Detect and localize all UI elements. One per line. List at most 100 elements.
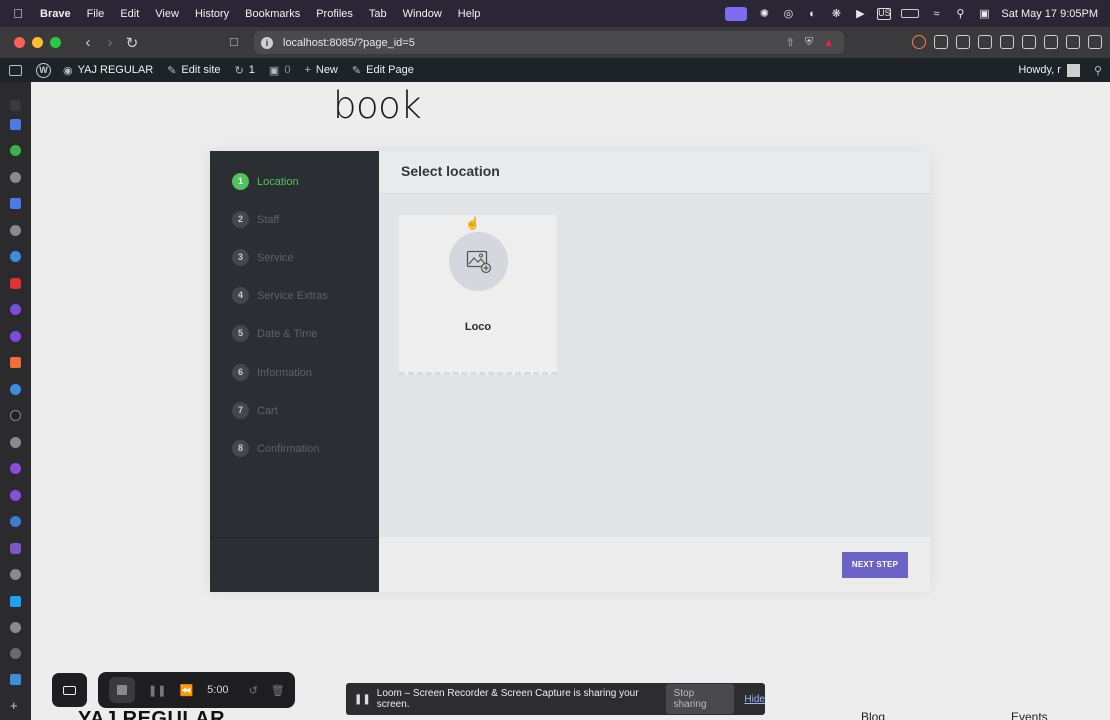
forward-icon[interactable]: › — [99, 34, 121, 51]
footer-site-title[interactable]: YAJ REGULAR — [78, 708, 225, 720]
globe-icon-2[interactable] — [10, 225, 21, 236]
loom-camera-button[interactable] — [52, 673, 87, 707]
android-icon[interactable] — [10, 145, 21, 156]
admin-updates[interactable]: ↻ 1 — [235, 64, 255, 77]
screen-record-icon[interactable] — [725, 6, 748, 21]
battery-icon[interactable] — [901, 9, 920, 18]
back-icon[interactable]: ‹ — [77, 34, 99, 51]
step-service[interactable]: 3 Service — [232, 249, 294, 266]
step-cart[interactable]: 7 Cart — [232, 402, 278, 419]
menu-view[interactable]: View — [147, 8, 187, 20]
footer-link-events[interactable]: Events — [1011, 710, 1048, 720]
apple-icon[interactable]:  — [0, 6, 36, 21]
step-service-extras[interactable]: 4 Service Extras — [232, 287, 328, 304]
globe-icon[interactable] — [10, 172, 21, 183]
location-card[interactable]: Loco — [399, 215, 557, 375]
leo-ai-icon[interactable] — [978, 35, 992, 49]
extensions-puzzle-icon[interactable] — [934, 35, 948, 49]
add-panel-icon[interactable]: + — [10, 699, 21, 712]
search-icon[interactable]: ⚲ — [1094, 64, 1102, 77]
menu-file[interactable]: File — [79, 8, 113, 20]
admin-edit-site[interactable]: ✎ Edit site — [167, 64, 220, 77]
step-information[interactable]: 6 Information — [232, 364, 312, 381]
admin-comments[interactable]: ▣ 0 — [269, 64, 291, 77]
site-info-icon[interactable]: i — [261, 36, 273, 49]
mail-icon[interactable] — [10, 674, 21, 685]
close-window-icon[interactable] — [14, 37, 25, 48]
step-date-time[interactable]: 5 Date & Time — [232, 325, 318, 342]
reload-icon[interactable]: ↻ — [121, 34, 143, 52]
bolt-icon[interactable] — [10, 251, 21, 262]
step-location[interactable]: 1 Location — [232, 173, 299, 190]
menubar-clock[interactable]: Sat May 17 9:05PM — [1001, 8, 1098, 20]
address-bar[interactable]: i localhost:8085/?page_id=5 ⇧ ⛨ ▲ — [254, 31, 844, 54]
hide-share-bar-link[interactable]: Hide — [744, 694, 765, 705]
download-icon[interactable] — [956, 35, 970, 49]
g-violet-icon-2[interactable] — [10, 490, 21, 501]
wordpress-logo-icon[interactable]: W — [36, 62, 51, 78]
restart-icon[interactable]: ↺ — [249, 684, 258, 697]
admin-site-name[interactable]: ◉ YAJ REGULAR — [63, 64, 153, 77]
figma-icon[interactable] — [10, 357, 21, 368]
rewind-icon[interactable]: ⏪ — [179, 684, 193, 697]
g-purple-icon[interactable] — [10, 304, 21, 315]
menu-tab[interactable]: Tab — [361, 8, 395, 20]
menu-bookmarks[interactable]: Bookmarks — [237, 8, 308, 20]
c-icon[interactable] — [10, 410, 21, 421]
brave-rewards-icon[interactable]: ▲ — [823, 37, 834, 49]
wallet-icon[interactable] — [1022, 35, 1036, 49]
stop-sharing-button[interactable]: Stop sharing — [665, 684, 735, 714]
spotlight-search-icon[interactable]: ⚲ — [953, 8, 967, 20]
globe-icon-5[interactable] — [10, 622, 21, 633]
step-confirmation[interactable]: 8 Confirmation — [232, 440, 319, 457]
brave-shields-icon[interactable]: ⛨ — [805, 36, 813, 49]
sidebar-toggle-icon[interactable] — [1000, 35, 1014, 49]
step-staff[interactable]: 2 Staff — [232, 211, 279, 228]
globe-icon-4[interactable] — [10, 569, 21, 580]
address-url[interactable]: localhost:8085/?page_id=5 — [283, 37, 415, 49]
youtube-icon[interactable] — [10, 278, 21, 289]
next-step-button[interactable]: NEXT STEP — [842, 552, 908, 578]
globe-icon-3[interactable] — [10, 437, 21, 448]
trash-icon[interactable]: 🗑 — [271, 684, 285, 697]
menu-app-name[interactable]: Brave — [36, 8, 79, 20]
menu-help[interactable]: Help — [450, 8, 489, 20]
control-center-icon[interactable]: ▣ — [977, 8, 991, 20]
zoom-window-icon[interactable] — [50, 37, 61, 48]
admin-edit-page[interactable]: ✎ Edit Page — [352, 64, 414, 77]
extension-bug-icon[interactable]: ❋ — [829, 8, 843, 20]
share-pause-icon[interactable]: ❚❚ — [354, 694, 371, 705]
globe-icon-6[interactable] — [10, 648, 21, 659]
vpn-icon[interactable] — [1066, 35, 1080, 49]
minimize-window-icon[interactable] — [32, 37, 43, 48]
input-source-indicator[interactable]: US — [877, 7, 892, 20]
docs-icon[interactable] — [10, 119, 21, 130]
chrome-icon[interactable]: ◎ — [781, 8, 795, 20]
brave-extension-icon[interactable] — [912, 35, 926, 49]
loom-stop-button[interactable] — [109, 677, 135, 703]
menu-profiles[interactable]: Profiles — [308, 8, 361, 20]
menu-edit[interactable]: Edit — [112, 8, 147, 20]
pen-tool-icon[interactable] — [10, 384, 21, 395]
wordpress-icon[interactable] — [10, 516, 21, 527]
docs-icon-2[interactable] — [10, 198, 21, 209]
menu-window[interactable]: Window — [395, 8, 450, 20]
menu-history[interactable]: History — [187, 8, 237, 20]
menu-icon[interactable] — [1088, 35, 1102, 49]
play-circle-icon[interactable]: ▶ — [853, 8, 867, 20]
bookmark-icon[interactable]: □ — [230, 34, 238, 49]
arc-icon[interactable]: ◐ — [805, 8, 819, 20]
admin-new[interactable]: + New — [304, 64, 337, 76]
openai-icon[interactable]: ✺ — [757, 8, 771, 20]
wifi-icon[interactable]: ≈ — [929, 8, 943, 20]
twitter-icon[interactable] — [10, 596, 21, 607]
purple-app-icon[interactable] — [10, 543, 21, 554]
share-icon[interactable]: ⇧ — [786, 36, 795, 49]
g-purple-icon-2[interactable] — [10, 331, 21, 342]
g-violet-icon[interactable] — [10, 463, 21, 474]
browser-sidebar-toggle[interactable] — [0, 64, 30, 76]
sparkle-icon[interactable] — [1044, 35, 1058, 49]
sidebar-blank-icon[interactable] — [10, 100, 21, 111]
footer-link-blog[interactable]: Blog — [861, 710, 885, 720]
pause-icon[interactable]: ❚❚ — [148, 684, 166, 697]
